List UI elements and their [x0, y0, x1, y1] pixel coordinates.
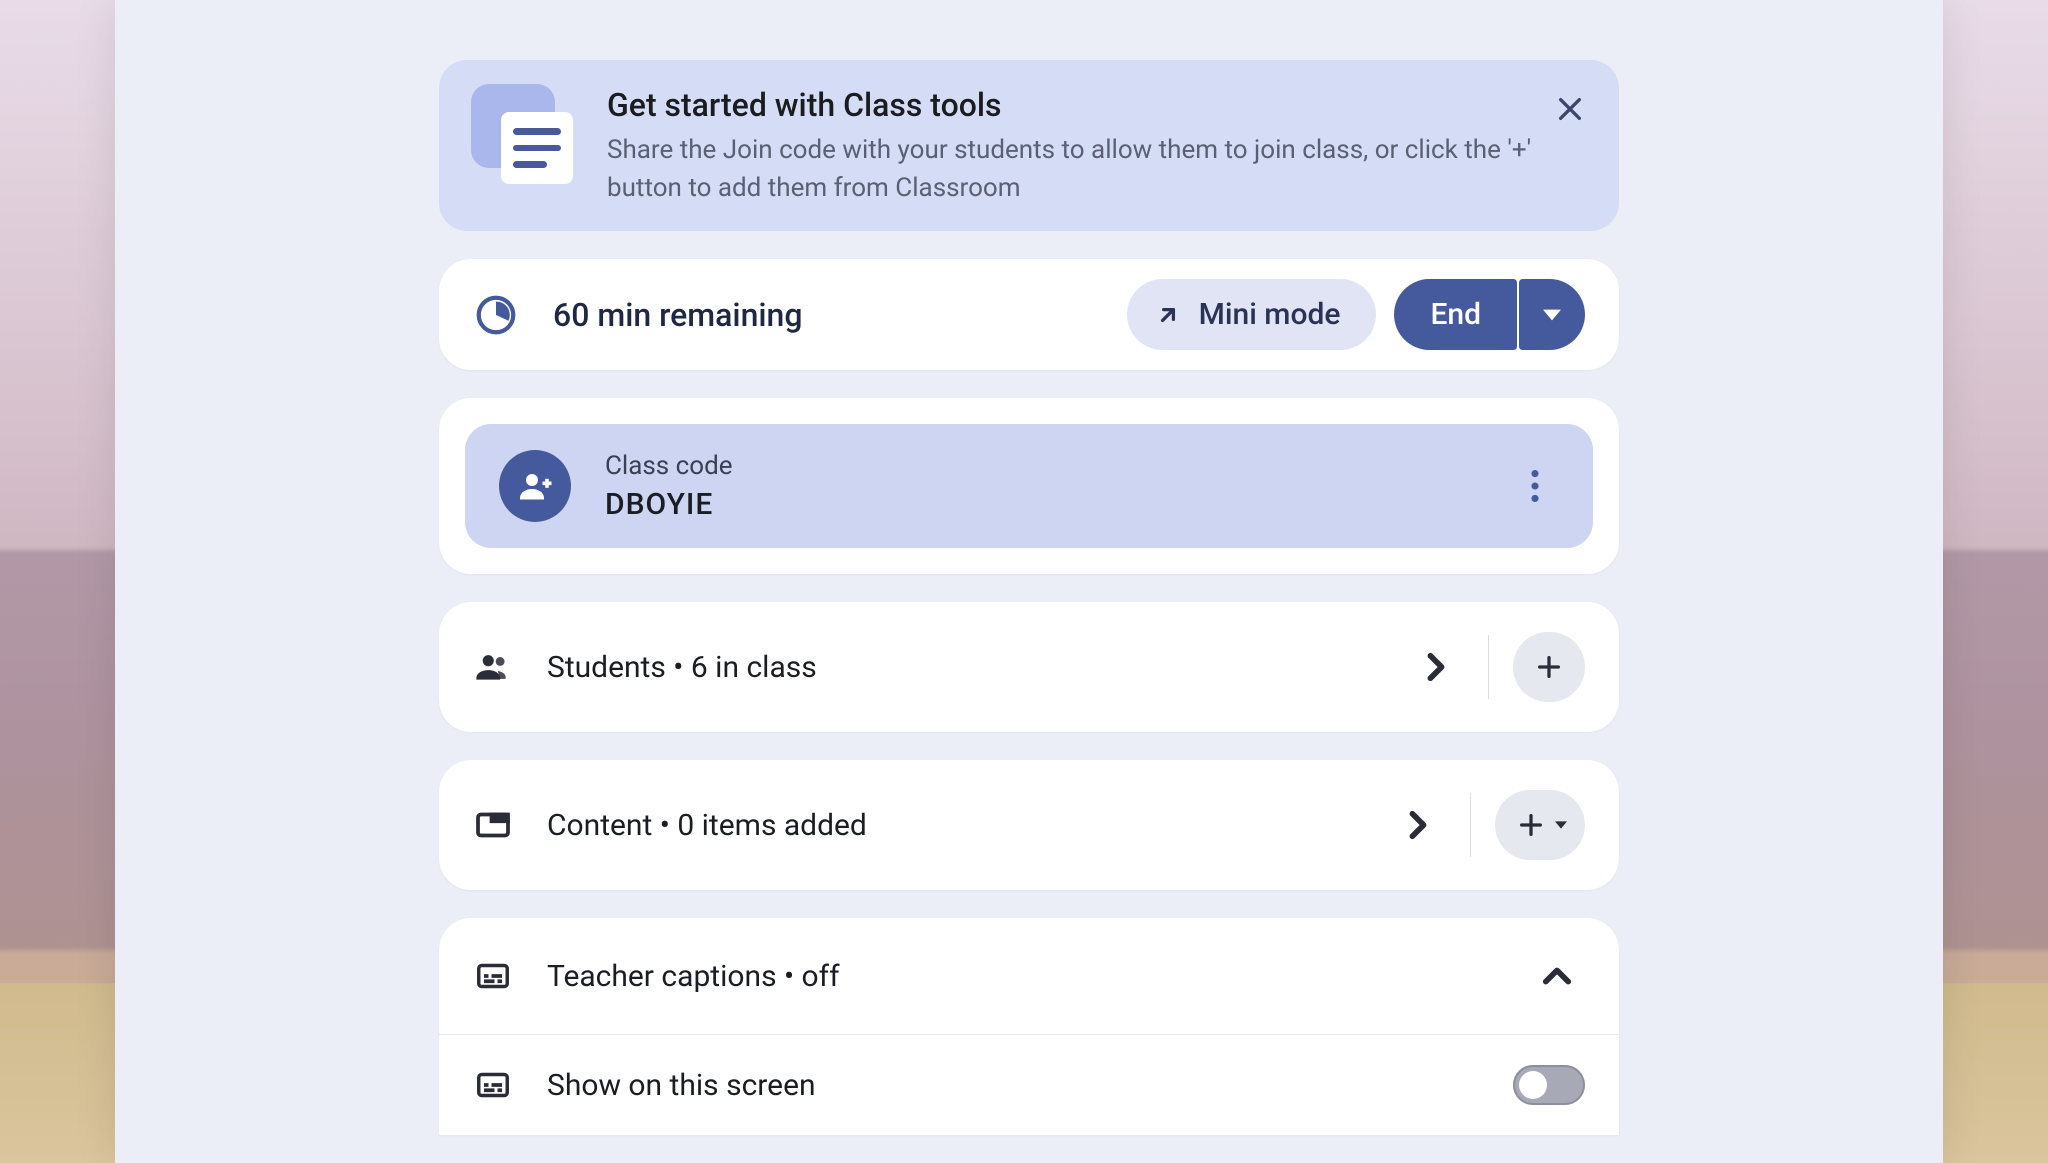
chevron-right-icon: [1408, 810, 1428, 840]
content-expand-button[interactable]: [1390, 797, 1446, 853]
captions-collapse-button[interactable]: [1529, 948, 1585, 1004]
show-on-screen-row: Show on this screen: [439, 1035, 1619, 1135]
class-code-card: Class code DBOYIE: [439, 398, 1619, 574]
caret-down-icon: [1543, 306, 1561, 324]
students-row[interactable]: Students • 6 in class: [439, 602, 1619, 732]
mini-mode-label: Mini mode: [1199, 297, 1341, 332]
teacher-captions-header[interactable]: Teacher captions • off: [439, 918, 1619, 1035]
plus-icon: [1517, 811, 1545, 839]
caret-down-icon: [1555, 821, 1567, 829]
class-tools-panel: Get started with Class tools Share the J…: [115, 0, 1943, 1163]
plus-icon: [1535, 653, 1563, 681]
show-on-screen-toggle[interactable]: [1513, 1065, 1585, 1105]
expand-icon: [1155, 302, 1181, 328]
person-add-icon: [499, 450, 571, 522]
banner-description: Share the Join code with your students t…: [607, 132, 1587, 207]
tab-icon: [475, 807, 511, 843]
students-label: Students • 6 in class: [547, 650, 1408, 685]
add-student-button[interactable]: [1513, 632, 1585, 702]
session-status-bar: 60 min remaining Mini mode End: [439, 259, 1619, 370]
end-session-button[interactable]: End: [1394, 279, 1517, 350]
class-code-more-button[interactable]: [1511, 462, 1559, 510]
content-label: Content • 0 items added: [547, 808, 1390, 843]
class-code-row[interactable]: Class code DBOYIE: [465, 424, 1593, 548]
end-session-dropdown[interactable]: [1519, 279, 1585, 350]
more-vert-icon: [1531, 470, 1539, 502]
captions-icon: [475, 958, 511, 994]
students-expand-button[interactable]: [1408, 639, 1464, 695]
captions-header-label: Teacher captions • off: [547, 959, 1529, 994]
chevron-up-icon: [1542, 966, 1572, 986]
chevron-right-icon: [1426, 652, 1446, 682]
show-on-screen-label: Show on this screen: [547, 1068, 1513, 1103]
timer-icon: [473, 292, 519, 338]
teacher-captions-card: Teacher captions • off Show on this scre…: [439, 918, 1619, 1135]
content-row[interactable]: Content • 0 items added: [439, 760, 1619, 890]
close-icon: [1554, 93, 1586, 125]
banner-illustration: [471, 84, 579, 192]
captions-icon: [475, 1067, 511, 1103]
get-started-banner: Get started with Class tools Share the J…: [439, 60, 1619, 231]
class-code-value: DBOYIE: [605, 487, 1477, 522]
close-banner-button[interactable]: [1549, 88, 1591, 130]
banner-title: Get started with Class tools: [607, 86, 1587, 124]
class-code-label: Class code: [605, 451, 1477, 481]
add-content-button[interactable]: [1495, 790, 1585, 860]
people-icon: [474, 648, 512, 686]
mini-mode-button[interactable]: Mini mode: [1127, 279, 1377, 350]
time-remaining-label: 60 min remaining: [553, 296, 1127, 334]
